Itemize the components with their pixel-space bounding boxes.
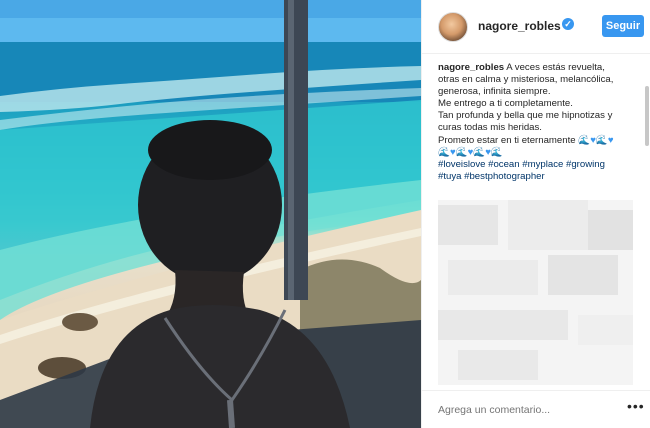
wave-heart-emoji: 🌊♥🌊♥ xyxy=(578,134,614,146)
caption-line: Me entrego a ti completamente. xyxy=(438,98,573,110)
hashtags[interactable]: #tuya #bestphotographer xyxy=(438,171,636,183)
caption-line: generosa, infinita siempre. xyxy=(438,86,551,98)
post-header: nagore_robles ✓ Seguir xyxy=(422,0,650,54)
comment-bar: ••• xyxy=(422,390,650,428)
blurred-comments xyxy=(438,200,633,385)
scrollbar[interactable] xyxy=(645,86,649,146)
beach-photo xyxy=(0,0,421,428)
caption-username[interactable]: nagore_robles xyxy=(438,62,504,73)
post-side-panel: nagore_robles ✓ Seguir nagore_robles A v… xyxy=(421,0,650,428)
caption-line: Prometo estar en ti eternamente xyxy=(438,134,576,146)
avatar[interactable] xyxy=(438,12,468,42)
comment-input[interactable] xyxy=(438,401,608,419)
hashtags[interactable]: #loveislove #ocean #myplace #growing xyxy=(438,159,636,171)
caption-line: curas todas mis heridas. xyxy=(438,122,542,134)
username-link[interactable]: nagore_robles xyxy=(478,19,561,33)
more-options-icon[interactable]: ••• xyxy=(627,398,645,414)
post-photo[interactable] xyxy=(0,0,421,428)
caption-line: Tan profunda y bella que me hipnotizas y xyxy=(438,110,613,122)
caption-line: otras en calma y misteriosa, melancólica… xyxy=(438,74,614,86)
verified-badge-icon: ✓ xyxy=(562,18,574,30)
caption-line: A veces estás revuelta, xyxy=(506,62,605,73)
wave-heart-emoji: 🌊♥🌊♥🌊♥🌊 xyxy=(438,146,503,158)
post-caption: nagore_robles A veces estás revuelta, ot… xyxy=(438,62,636,183)
follow-button[interactable]: Seguir xyxy=(602,15,644,37)
